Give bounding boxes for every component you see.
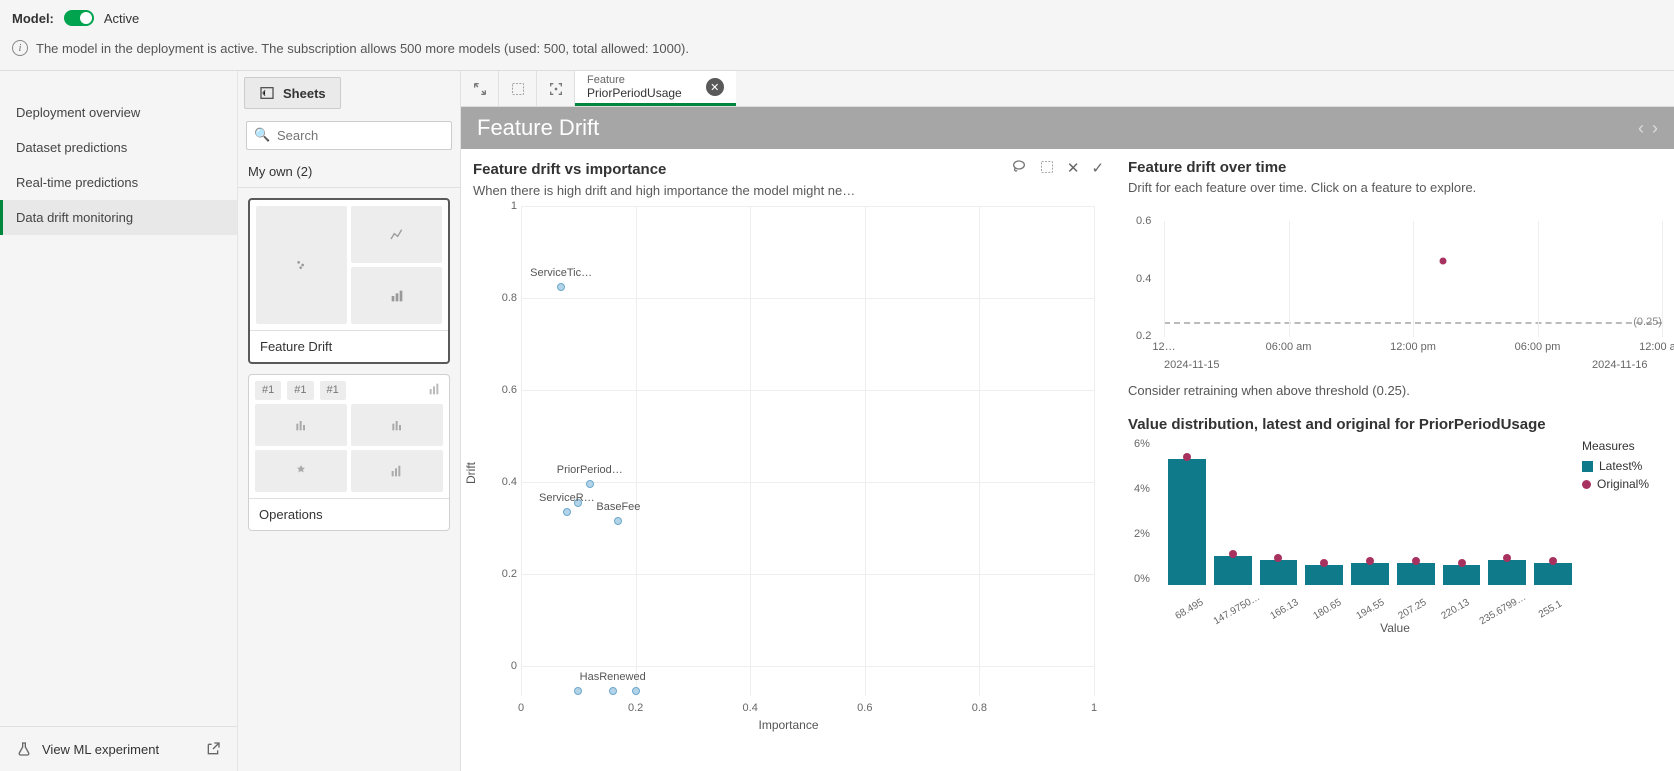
sheets-icon xyxy=(259,85,275,101)
cancel-icon[interactable]: ✕ xyxy=(1067,159,1080,179)
flask-icon xyxy=(16,741,32,757)
scatter-chart: Feature drift vs importance ✕ ✓ When the… xyxy=(461,149,1116,771)
sheet-title: Feature Drift xyxy=(250,330,448,362)
line-chart[interactable]: 0.20.40.6(0.25)12…06:00 am12:00 pm06:00 … xyxy=(1128,203,1662,373)
chart-tools: ✕ ✓ xyxy=(1011,159,1104,179)
line-chart-title: Feature drift over time xyxy=(1128,159,1662,176)
y-axis-label: Drift xyxy=(464,462,478,484)
data-point[interactable] xyxy=(632,687,640,695)
lasso-icon[interactable] xyxy=(1011,159,1027,179)
model-label: Model: xyxy=(12,11,54,26)
legend-dot-icon xyxy=(1582,480,1591,489)
chevron-left-icon[interactable]: ‹ xyxy=(1638,118,1644,139)
info-icon: i xyxy=(12,40,28,56)
bar-legend: Measures Latest% Original% xyxy=(1572,439,1662,619)
bar-chart-title: Value distribution, latest and original … xyxy=(1128,416,1662,433)
x-axis-label: Importance xyxy=(758,718,818,732)
tool-focus-icon[interactable] xyxy=(537,71,575,106)
select-icon[interactable] xyxy=(1039,159,1055,179)
tool-select-icon[interactable] xyxy=(499,71,537,106)
titlebar: Feature Drift ‹ › xyxy=(461,107,1674,149)
top-bar: Model: Active xyxy=(0,0,1674,36)
page-title: Feature Drift xyxy=(477,115,599,141)
line-point[interactable] xyxy=(1439,258,1446,265)
search-input[interactable] xyxy=(246,121,452,150)
sidebar-item-dataset[interactable]: Dataset predictions xyxy=(0,130,237,165)
tool-collapse-icon[interactable] xyxy=(461,71,499,106)
info-row: i The model in the deployment is active.… xyxy=(0,36,1674,71)
scatter-area[interactable]: Drift Importance 000.20.20.40.40.60.60.8… xyxy=(473,206,1104,726)
tab-value: PriorPeriodUsage xyxy=(587,86,682,100)
legend-square-icon xyxy=(1582,461,1593,472)
model-status: Active xyxy=(104,11,139,26)
view-ml-experiment[interactable]: View ML experiment xyxy=(0,726,237,771)
thumb-scatter-icon xyxy=(256,206,347,324)
chart-title: Feature drift vs importance xyxy=(473,161,666,178)
sidebar-item-realtime[interactable]: Real-time predictions xyxy=(0,165,237,200)
sidebar-item-drift[interactable]: Data drift monitoring xyxy=(0,200,237,235)
data-point[interactable] xyxy=(563,508,571,516)
search-icon: 🔍 xyxy=(254,127,270,143)
data-point[interactable] xyxy=(557,283,565,291)
sidebar: Deployment overview Dataset predictions … xyxy=(0,71,237,771)
external-link-icon xyxy=(205,741,221,757)
chart-subtitle: When there is high drift and high import… xyxy=(473,183,1104,198)
search-wrap: 🔍 xyxy=(246,121,452,150)
thumb-bar-icon xyxy=(351,267,442,324)
bar-chart[interactable]: 0%2%4%6%68.495147.9750…166.13180.65194.5… xyxy=(1128,439,1662,619)
tabstrip: Feature PriorPeriodUsage ✕ xyxy=(461,71,1674,107)
data-point[interactable] xyxy=(614,517,622,525)
view-ml-label: View ML experiment xyxy=(42,742,159,757)
sheet-card-operations[interactable]: #1 #1 #1 Operations xyxy=(248,374,450,531)
thumb-line-icon xyxy=(351,206,442,263)
sheet-title: Operations xyxy=(249,498,449,530)
ops-chart-icon xyxy=(427,381,443,400)
model-toggle[interactable] xyxy=(64,10,94,26)
data-point[interactable] xyxy=(586,480,594,488)
sheets-panel: Sheets 🔍 My own (2) Feature Drift xyxy=(237,71,460,771)
content: Feature PriorPeriodUsage ✕ Feature Drift… xyxy=(460,71,1674,771)
line-chart-subtitle: Drift for each feature over time. Click … xyxy=(1128,180,1662,195)
feature-tab[interactable]: Feature PriorPeriodUsage ✕ xyxy=(575,71,736,106)
close-icon[interactable]: ✕ xyxy=(706,78,724,96)
sheets-tab[interactable]: My own (2) xyxy=(238,156,460,188)
tab-label: Feature xyxy=(587,74,682,86)
retrain-note: Consider retraining when above threshold… xyxy=(1128,383,1662,398)
confirm-icon[interactable]: ✓ xyxy=(1091,159,1104,179)
info-text: The model in the deployment is active. T… xyxy=(36,41,689,56)
sheet-card-feature-drift[interactable]: Feature Drift xyxy=(248,198,450,364)
data-point[interactable] xyxy=(609,687,617,695)
sidebar-item-overview[interactable]: Deployment overview xyxy=(0,95,237,130)
sheets-button[interactable]: Sheets xyxy=(244,77,341,109)
chevron-right-icon[interactable]: › xyxy=(1652,118,1658,139)
data-point[interactable] xyxy=(574,687,582,695)
